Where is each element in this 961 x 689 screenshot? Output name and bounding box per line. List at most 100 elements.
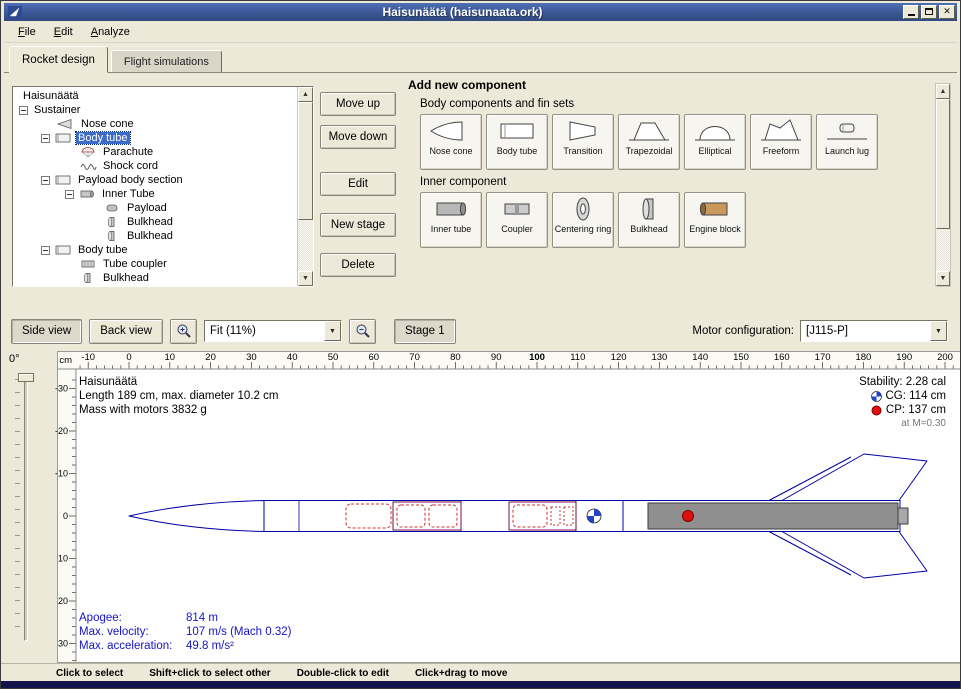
new-stage-button[interactable]: New stage	[320, 213, 396, 237]
tab-flight-simulations[interactable]: Flight simulations	[111, 50, 222, 72]
minimize-button[interactable]	[903, 5, 919, 19]
scroll-down-icon[interactable]: ▼	[298, 271, 313, 286]
menu-analyze[interactable]: Analyze	[83, 23, 138, 41]
transition-icon	[561, 118, 605, 144]
component-tree[interactable]: Haisunäätä Sustainer Nose cone Body tube…	[13, 87, 297, 286]
menu-edit[interactable]: Edit	[46, 23, 81, 41]
tab-strip: Rocket design Flight simulations	[4, 45, 957, 73]
magnifier-plus-icon	[176, 323, 192, 339]
tree-item-sustainer[interactable]: Sustainer	[13, 103, 297, 117]
zoom-out-button[interactable]	[349, 319, 376, 344]
svg-text:0: 0	[126, 352, 131, 363]
zoom-select[interactable]: Fit (11%) ▼	[204, 320, 342, 342]
add-bulkhead-button[interactable]: Bulkhead	[618, 192, 680, 248]
palette-label: Body tube	[497, 146, 538, 156]
add-centering-ring-button[interactable]: Centering ring	[552, 192, 614, 248]
close-button[interactable]: ✕	[939, 5, 955, 19]
add-nose-cone-button[interactable]: Nose cone	[420, 114, 482, 170]
chevron-down-icon[interactable]: ▼	[930, 321, 947, 341]
cg-legend: CG: 114 cm	[871, 390, 947, 402]
scrollbar-track[interactable]	[298, 102, 313, 271]
scroll-up-icon[interactable]: ▲	[936, 84, 950, 99]
cg-value: CG: 114 cm	[886, 390, 947, 402]
status-bar: Click to select Shift+click to select ot…	[1, 663, 960, 683]
edit-button[interactable]: Edit	[320, 172, 396, 196]
tree-item-label: Tube coupler	[101, 258, 169, 270]
rotation-slider-thumb[interactable]	[18, 373, 34, 382]
tree-item-payload[interactable]: Payload	[13, 201, 297, 215]
chevron-down-icon[interactable]: ▼	[324, 321, 341, 341]
body-components-row: Nose cone Body tube Transition Trapezoid…	[420, 114, 951, 170]
tree-item-body-tube-2[interactable]: Body tube	[13, 243, 297, 257]
tree-item-shock-cord[interactable]: Shock cord	[13, 159, 297, 173]
tree-item-rocket[interactable]: Haisunäätä	[13, 89, 297, 103]
tree-item-label: Bulkhead	[101, 272, 151, 284]
collapse-toggle-icon[interactable]	[19, 106, 28, 115]
svg-text:160: 160	[774, 352, 790, 363]
tree-item-body-tube[interactable]: Body tube	[13, 131, 297, 145]
rocket-diagram[interactable]: 0° cm	[1, 351, 960, 663]
tree-item-label: Payload body section	[76, 174, 185, 186]
svg-text:120: 120	[611, 352, 627, 363]
tree-item-bulkhead[interactable]: Bulkhead	[13, 271, 297, 285]
palette-scrollbar[interactable]: ▲ ▼	[935, 83, 951, 287]
add-transition-button[interactable]: Transition	[552, 114, 614, 170]
add-body-tube-button[interactable]: Body tube	[486, 114, 548, 170]
scrollbar-thumb[interactable]	[298, 102, 313, 220]
tab-rocket-design[interactable]: Rocket design	[9, 46, 108, 73]
menu-file[interactable]: File	[10, 23, 44, 41]
nose-cone-icon	[57, 118, 75, 130]
tree-item-bulkhead[interactable]: Bulkhead	[13, 229, 297, 243]
svg-text:100: 100	[529, 352, 545, 363]
tree-item-label: Parachute	[101, 146, 155, 158]
scroll-down-icon[interactable]: ▼	[936, 271, 950, 286]
side-view-button[interactable]: Side view	[11, 319, 82, 344]
add-trapezoidal-fin-button[interactable]: Trapezoidal	[618, 114, 680, 170]
scrollbar-track[interactable]	[936, 99, 950, 271]
collapse-toggle-icon[interactable]	[41, 134, 50, 143]
status-hint: Click to select	[56, 668, 123, 679]
tree-scrollbar[interactable]: ▲ ▼	[297, 87, 313, 286]
bulkhead-icon	[627, 196, 671, 222]
svg-text:60: 60	[369, 352, 380, 363]
title-bar[interactable]: Haisunäätä (haisunaata.ork) ✕	[4, 3, 957, 21]
tree-item-tube-coupler[interactable]: Tube coupler	[13, 257, 297, 271]
rocket-design-panel: Haisunäätä Sustainer Nose cone Body tube…	[4, 73, 957, 305]
tree-item-parachute[interactable]: Parachute	[13, 145, 297, 159]
move-up-button[interactable]: Move up	[320, 92, 396, 116]
velocity-value: 107 m/s (Mach 0.32)	[186, 626, 291, 638]
svg-text:20: 20	[205, 352, 216, 363]
add-engine-block-button[interactable]: Engine block	[684, 192, 746, 248]
svg-text:10: 10	[58, 554, 68, 564]
add-freeform-fin-button[interactable]: Freeform	[750, 114, 812, 170]
add-coupler-button[interactable]: Coupler	[486, 192, 548, 248]
ruler-unit-label: cm	[59, 355, 72, 366]
stage-1-toggle[interactable]: Stage 1	[394, 319, 456, 344]
trapezoidal-fin-icon	[627, 118, 671, 144]
add-launch-lug-button[interactable]: Launch lug	[816, 114, 878, 170]
move-down-button[interactable]: Move down	[320, 125, 396, 149]
add-inner-tube-button[interactable]: Inner tube	[420, 192, 482, 248]
mach-note: at M=0.30	[901, 418, 946, 429]
zoom-in-button[interactable]	[170, 319, 197, 344]
bulkhead-icon	[103, 216, 121, 228]
status-hint: Shift+click to select other	[149, 668, 270, 679]
cp-icon	[871, 405, 882, 416]
collapse-toggle-icon[interactable]	[65, 190, 74, 199]
back-view-button[interactable]: Back view	[89, 319, 163, 344]
tree-item-nose-cone[interactable]: Nose cone	[13, 117, 297, 131]
palette-label: Engine block	[689, 224, 741, 234]
tree-item-payload-body-section[interactable]: Payload body section	[13, 173, 297, 187]
collapse-toggle-icon[interactable]	[41, 176, 50, 185]
delete-button[interactable]: Delete	[320, 253, 396, 277]
add-elliptical-fin-button[interactable]: Elliptical	[684, 114, 746, 170]
maximize-button[interactable]	[921, 5, 937, 19]
tree-item-bulkhead[interactable]: Bulkhead	[13, 215, 297, 229]
collapse-toggle-icon[interactable]	[41, 246, 50, 255]
scroll-up-icon[interactable]: ▲	[298, 87, 313, 102]
rotation-angle-label: 0°	[9, 353, 20, 365]
rotation-slider[interactable]	[24, 375, 28, 641]
scrollbar-thumb[interactable]	[936, 99, 950, 229]
motor-configuration-select[interactable]: [J115-P] ▼	[800, 320, 948, 342]
tree-item-inner-tube[interactable]: Inner Tube	[13, 187, 297, 201]
